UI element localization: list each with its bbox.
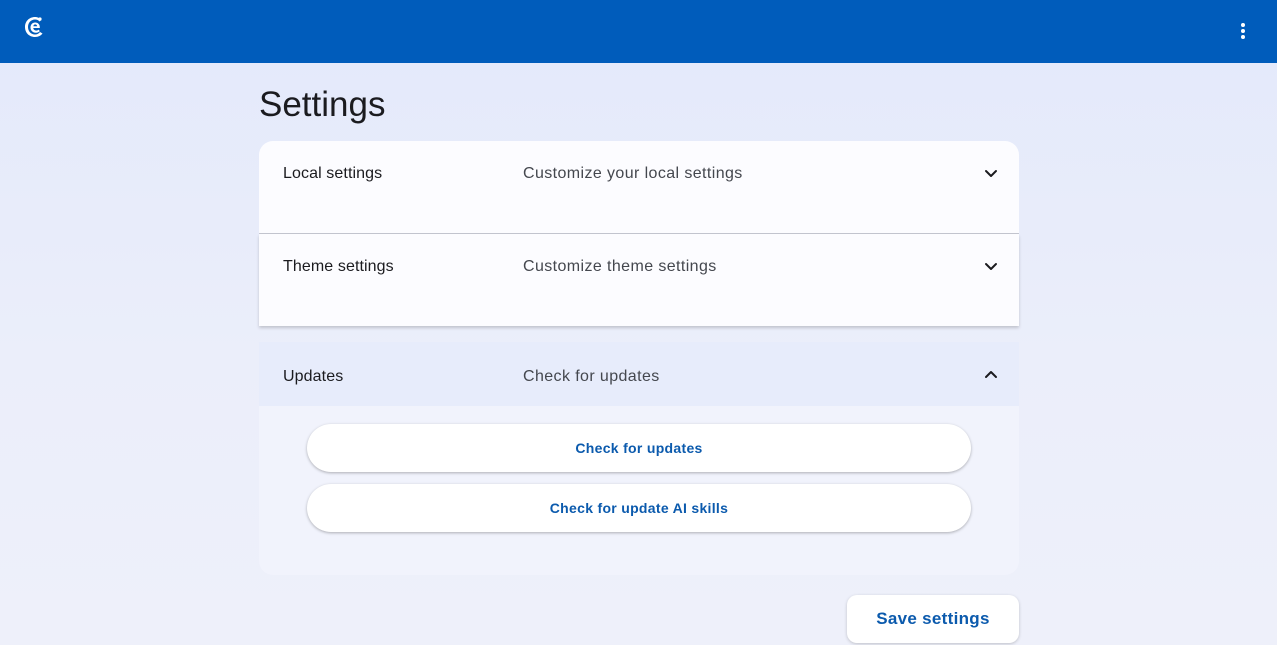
- page-title: Settings: [259, 85, 386, 124]
- updates-header[interactable]: Updates Check for updates: [259, 342, 1019, 406]
- settings-accordion: Local settings Customize your local sett…: [259, 141, 1019, 575]
- panel-description: Customize your local settings: [523, 165, 743, 182]
- more-vertical-icon[interactable]: [1227, 15, 1259, 47]
- top-app-bar: [0, 0, 1277, 63]
- theme-settings-panel: Theme settings Customize theme settings: [259, 234, 1019, 326]
- check-for-update-ai-skills-button[interactable]: Check for update AI skills: [307, 484, 971, 532]
- panel-description: Customize theme settings: [523, 258, 717, 275]
- chevron-down-icon: [983, 165, 999, 181]
- chevron-up-icon: [983, 367, 999, 383]
- theme-settings-header[interactable]: Theme settings Customize theme settings: [259, 234, 1019, 300]
- panel-title: Local settings: [283, 165, 383, 182]
- updates-panel: Updates Check for updates Check for upda…: [259, 342, 1019, 575]
- app-logo-icon[interactable]: [22, 14, 48, 40]
- panel-title: Updates: [283, 368, 344, 385]
- panel-title: Theme settings: [283, 258, 394, 275]
- check-for-updates-button[interactable]: Check for updates: [307, 424, 971, 472]
- local-settings-panel: Local settings Customize your local sett…: [259, 141, 1019, 234]
- save-settings-button[interactable]: Save settings: [847, 595, 1019, 643]
- local-settings-header[interactable]: Local settings Customize your local sett…: [259, 141, 1019, 207]
- panel-description: Check for updates: [523, 368, 660, 385]
- chevron-down-icon: [983, 258, 999, 274]
